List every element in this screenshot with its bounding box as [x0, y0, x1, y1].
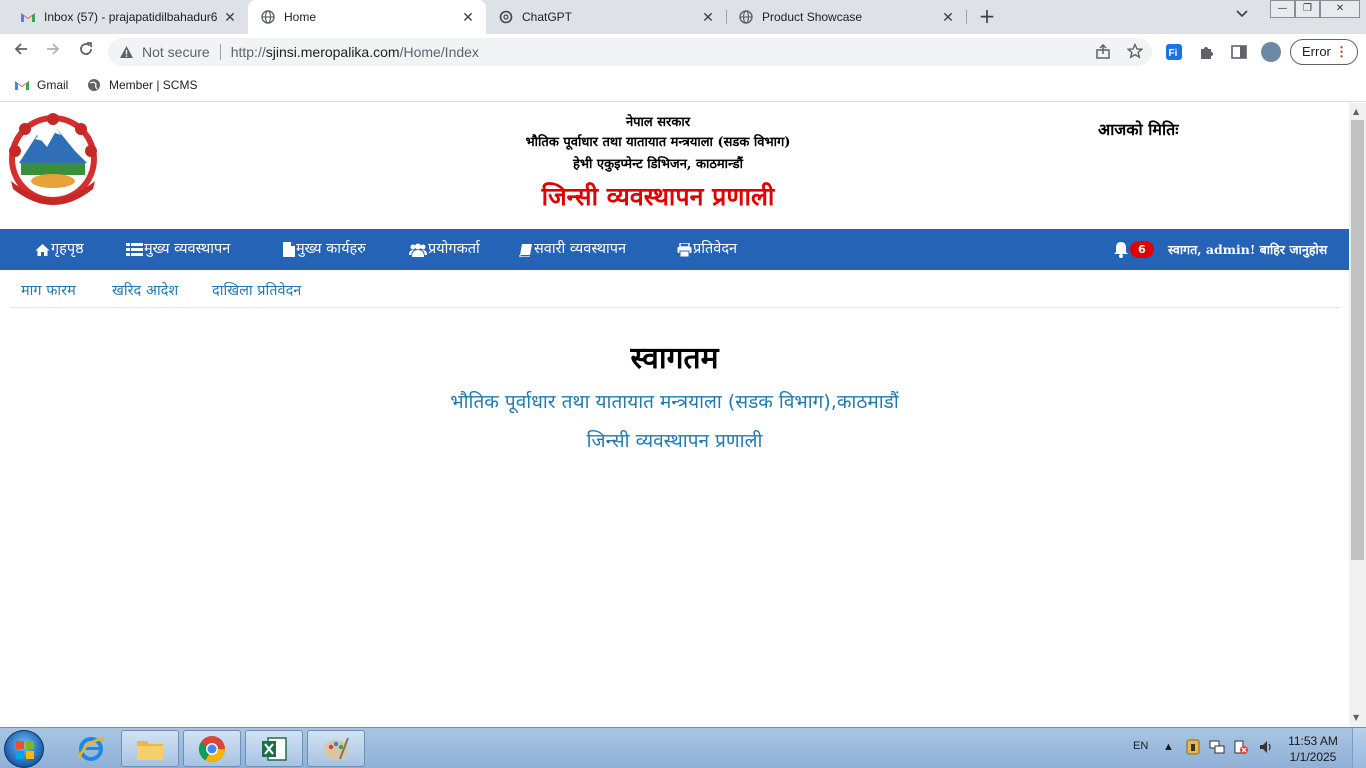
- today-date-label: आजको मितिः: [1098, 120, 1179, 139]
- windows-logo-icon: [16, 741, 34, 759]
- tab-home[interactable]: Home ✕: [248, 0, 486, 34]
- subnav-purchase-order[interactable]: खरिद आदेश: [112, 280, 178, 300]
- gmail-icon: [20, 9, 36, 25]
- welcome-logout-link[interactable]: स्वागत, admin! बाहिर जानुहोस: [1168, 229, 1327, 270]
- list-icon: [126, 243, 143, 256]
- internet-explorer-icon[interactable]: [62, 730, 120, 767]
- close-tab-icon[interactable]: ✕: [938, 9, 958, 26]
- tab-product-showcase[interactable]: Product Showcase ✕: [726, 0, 966, 34]
- page-scrollbar[interactable]: ▲ ▼: [1349, 103, 1366, 727]
- tray-expand-icon[interactable]: ▲: [1163, 741, 1174, 753]
- globe-icon: [738, 9, 754, 25]
- show-desktop-button[interactable]: [1352, 728, 1366, 768]
- users-icon: [409, 243, 427, 257]
- scroll-up-arrow-icon[interactable]: ▲: [1353, 107, 1359, 116]
- windows-taskbar: EN ▲ 11:53 AM 1/1/2025: [0, 727, 1366, 768]
- main-navbar: गृहपृष्ठ मुख्य व्यवस्थापन मुख्य कार्यहरु…: [0, 229, 1349, 270]
- side-panel-icon[interactable]: [1230, 43, 1248, 61]
- nav-reports[interactable]: प्रतिवेदन: [677, 229, 737, 270]
- close-window-icon[interactable]: ✕: [1320, 0, 1360, 18]
- new-tab-button[interactable]: +: [976, 5, 998, 27]
- welcome-system-text: जिन्सी व्यवस्थापन प्रणाली: [586, 430, 763, 452]
- url-text: http://sjinsi.meropalika.com/Home/Index: [230, 44, 479, 60]
- language-indicator[interactable]: EN: [1133, 740, 1148, 752]
- profile-avatar[interactable]: [1261, 42, 1281, 62]
- tab-title: Inbox (57) - prajapatidilbahadur6: [44, 10, 218, 24]
- notification-count-badge[interactable]: 6: [1130, 241, 1154, 258]
- subnav-entry-report[interactable]: दाखिला प्रतिवेदन: [212, 280, 301, 300]
- tab-title: Product Showcase: [762, 10, 863, 24]
- tab-gmail-inbox[interactable]: Inbox (57) - prajapatidilbahadur6 ✕: [8, 0, 248, 34]
- system-clock[interactable]: 11:53 AM 1/1/2025: [1282, 733, 1344, 765]
- globe-icon: [86, 77, 102, 93]
- tab-title: Home: [284, 10, 317, 24]
- extension-fi-icon[interactable]: Fi: [1165, 43, 1183, 61]
- nav-users[interactable]: प्रयोगकर्ता: [409, 229, 480, 270]
- svg-text:Fi: Fi: [1169, 48, 1178, 59]
- file-explorer-icon[interactable]: [121, 730, 179, 767]
- page-content: नेपाल सरकार भौतिक पूर्वाधार तथा यातायात …: [0, 103, 1349, 727]
- menu-dots-icon[interactable]: ⋮: [1335, 40, 1348, 64]
- restore-window-icon[interactable]: ❐: [1295, 0, 1320, 18]
- close-tab-icon[interactable]: ✕: [458, 9, 478, 26]
- network-tray-icon[interactable]: [1209, 739, 1225, 758]
- chatgpt-icon: [498, 9, 514, 25]
- bookmark-gmail[interactable]: Gmail: [14, 77, 68, 93]
- security-tray-icon[interactable]: [1186, 739, 1200, 758]
- puzzle-extensions-icon[interactable]: [1198, 43, 1216, 61]
- close-tab-icon[interactable]: ✕: [220, 9, 240, 26]
- home-icon: [35, 243, 50, 256]
- welcome-heading: स्वागतम: [630, 341, 719, 376]
- header-system-title: जिन्सी व्यवस्थापन प्रणाली: [541, 182, 775, 211]
- security-label: Not secure: [142, 44, 210, 60]
- reload-icon[interactable]: [75, 41, 97, 63]
- clock-date: 1/1/2025: [1289, 750, 1337, 764]
- header-division: हेभी एकुइप्मेन्ट डिभिजन, काठमान्डौं: [572, 157, 743, 172]
- excel-icon[interactable]: [245, 730, 303, 767]
- tab-search-icon[interactable]: [1236, 8, 1248, 21]
- minimize-window-icon[interactable]: —: [1270, 0, 1295, 18]
- clock-time: 11:53 AM: [1288, 734, 1338, 748]
- scrollbar-thumb[interactable]: [1351, 120, 1364, 560]
- bookmark-member-scms[interactable]: Member | SCMS: [86, 77, 197, 93]
- paint-icon[interactable]: [307, 730, 365, 767]
- scroll-down-arrow-icon[interactable]: ▼: [1353, 713, 1359, 722]
- nav-main-management[interactable]: मुख्य व्यवस्थापन: [126, 229, 230, 270]
- subnav-demand-form[interactable]: माग फारम: [21, 280, 76, 300]
- tab-separator: [966, 10, 967, 24]
- browser-tab-strip: Inbox (57) - prajapatidilbahadur6 ✕ Home…: [0, 0, 1366, 34]
- nav-main-tasks[interactable]: मुख्य कार्यहरु: [283, 229, 366, 270]
- back-arrow-icon[interactable]: [10, 41, 32, 63]
- gmail-icon: [14, 77, 30, 93]
- print-icon: [677, 242, 692, 257]
- book-icon: [519, 243, 532, 257]
- share-icon[interactable]: [1095, 43, 1111, 64]
- sub-navbar: माग फारम खरिद आदेश दाखिला प्रतिवेदन: [10, 270, 1340, 308]
- forward-arrow-icon[interactable]: [42, 41, 64, 63]
- close-tab-icon[interactable]: ✕: [698, 9, 718, 26]
- address-bar[interactable]: Not secure http://sjinsi.meropalika.com/…: [108, 38, 1152, 66]
- browser-toolbar: Not secure http://sjinsi.meropalika.com/…: [0, 34, 1366, 70]
- volume-icon[interactable]: [1258, 739, 1274, 758]
- bookmark-star-icon[interactable]: [1126, 42, 1144, 63]
- globe-icon: [260, 9, 276, 25]
- bell-icon[interactable]: [1113, 241, 1129, 262]
- windows-start-button[interactable]: [4, 730, 44, 768]
- action-center-icon[interactable]: [1233, 739, 1249, 758]
- nav-vehicle-management[interactable]: सवारी व्यवस्थापन: [519, 229, 626, 270]
- warning-icon[interactable]: [118, 44, 134, 60]
- tab-chatgpt[interactable]: ChatGPT ✕: [486, 0, 726, 34]
- tab-title: ChatGPT: [522, 10, 573, 24]
- chrome-icon[interactable]: [183, 730, 241, 767]
- file-icon: [283, 242, 295, 257]
- welcome-ministry-text: भौतिक पूर्वाधार तथा यातायात मन्त्रयाला (…: [450, 391, 899, 413]
- error-button[interactable]: Error ⋮: [1290, 39, 1358, 65]
- nav-home[interactable]: गृहपृष्ठ: [35, 229, 84, 270]
- bookmarks-bar: Gmail Member | SCMS: [0, 70, 1366, 102]
